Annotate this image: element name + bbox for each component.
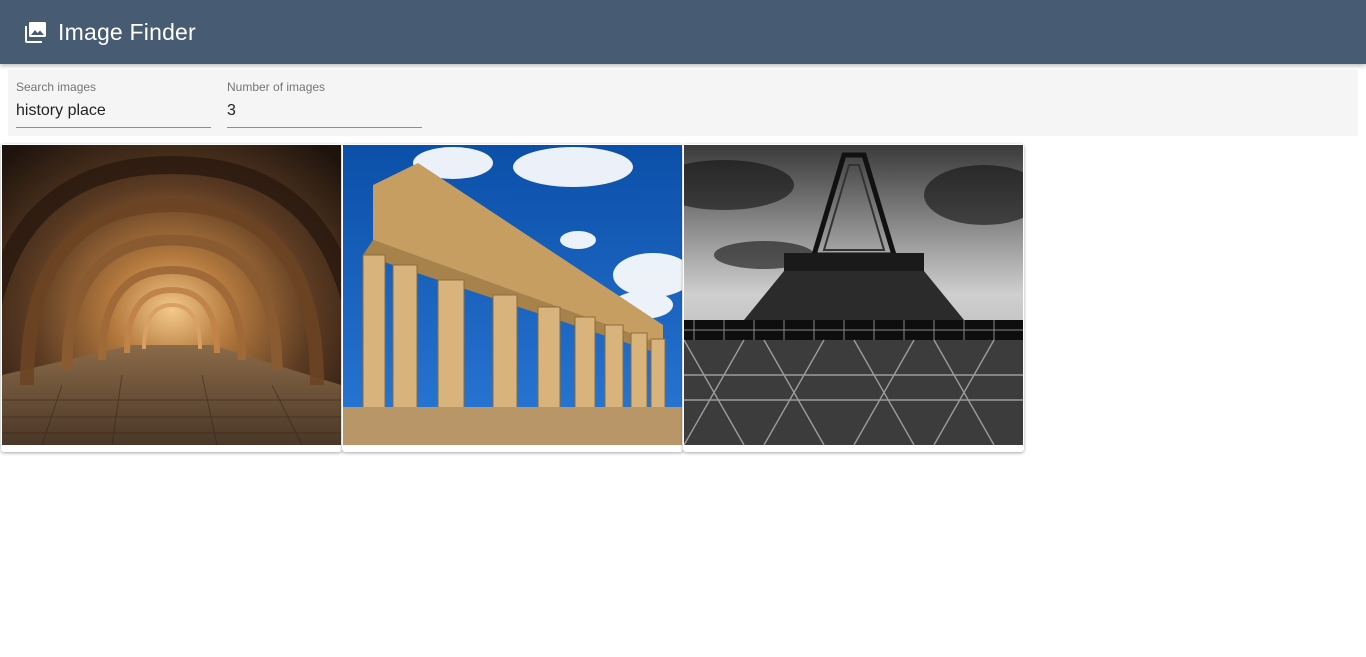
count-input[interactable] — [227, 99, 422, 128]
temple-image — [343, 145, 682, 445]
search-panel: Search images Number of images — [8, 70, 1358, 136]
eiffel-image — [684, 145, 1023, 445]
search-label: Search images — [16, 80, 97, 94]
image-card[interactable] — [1, 144, 342, 452]
app-title: Image Finder — [58, 18, 196, 45]
image-icon — [25, 21, 47, 43]
app-bar: Image Finder — [0, 0, 1366, 64]
image-grid — [0, 144, 1030, 454]
image-card[interactable] — [342, 144, 683, 452]
image-card[interactable] — [683, 144, 1024, 452]
count-label: Number of images — [227, 80, 326, 94]
search-input[interactable] — [16, 99, 211, 128]
tunnel-image — [2, 145, 341, 445]
